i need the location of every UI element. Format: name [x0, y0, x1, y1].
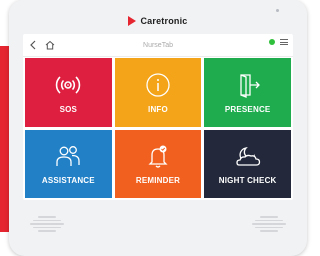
status-indicator: [269, 39, 275, 45]
menu-icon[interactable]: [280, 39, 288, 45]
tile-label: NIGHT CHECK: [218, 176, 277, 186]
tile-label: SOS: [59, 104, 78, 114]
speaker-grille-right: [251, 213, 287, 235]
app-title: NurseTab: [143, 41, 173, 49]
tile-night-check[interactable]: NIGHT CHECK: [204, 129, 291, 198]
bell-icon: [148, 145, 168, 168]
alarm-signal-icon: [56, 76, 81, 94]
tile-label: PRESENCE: [224, 104, 271, 114]
brand-mark-icon: [128, 16, 137, 26]
door-exit-icon: [240, 74, 260, 98]
tile-sos[interactable]: SOS: [25, 58, 112, 127]
tile-info[interactable]: INFO: [114, 58, 202, 127]
tile-grid: SOS INFO PRESENCE ASSISTANCE REMINDER NI…: [25, 58, 291, 198]
tile-label: INFO: [148, 104, 168, 114]
people-icon: [56, 146, 80, 167]
app-bar: NurseTab: [23, 34, 293, 57]
camera-dot: [276, 9, 279, 12]
brand-name: Caretronic: [140, 16, 188, 26]
moon-cloud-icon: [236, 147, 260, 166]
info-icon: [146, 73, 170, 97]
tile-presence[interactable]: PRESENCE: [204, 58, 291, 127]
tablet-device: Caretronic NurseTab SOS INFO PRESENCE AS…: [9, 0, 307, 256]
tile-label: ASSISTANCE: [41, 176, 95, 186]
speaker-grille-left: [29, 213, 65, 235]
brand-logo: Caretronic: [9, 12, 307, 30]
tile-label: REMINDER: [135, 176, 181, 186]
status-area: [269, 39, 288, 45]
screen: NurseTab SOS INFO PRESENCE ASSISTANCE RE…: [23, 34, 293, 200]
tile-assistance[interactable]: ASSISTANCE: [25, 129, 112, 198]
tile-reminder[interactable]: REMINDER: [114, 129, 202, 198]
